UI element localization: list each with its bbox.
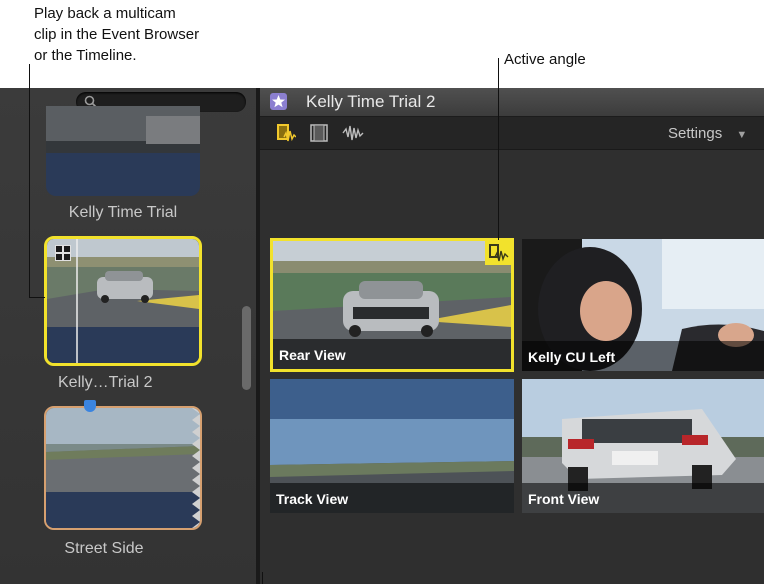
angle-label: Front View [528,491,600,507]
playhead-marker[interactable] [84,400,96,412]
settings-menu[interactable]: Settings ▼ [668,125,747,142]
grid-icon [55,245,71,261]
dropdown-arrow-icon: ▼ [736,129,748,141]
event-browser: Kelly Time Trial Kelly…Trial 2 Street Si… [0,88,256,584]
clip-thumbnail-kelly-trial-2[interactable] [44,236,202,366]
viewer-titlebar: Kelly Time Trial 2 [260,88,764,117]
bottom-callout-leader [262,572,263,584]
clip-thumbnail-street-side[interactable] [44,406,202,530]
angle-rear-view[interactable]: Rear View [270,238,514,372]
multicam-callout-leader-horizontal [29,297,45,298]
viewer-title: Kelly Time Trial 2 [306,92,436,111]
audio-waveform-icon[interactable] [342,124,364,142]
angle-viewer: Kelly Time Trial 2 Settings ▼ Rear View … [260,88,764,584]
angle-label: Kelly CU Left [528,349,616,365]
viewer-toolbar: Settings ▼ [260,117,764,150]
angle-kelly-cu-left[interactable]: Kelly CU Left [522,239,764,371]
clip-label: Kelly Time Trial [68,204,178,221]
multicam-callout-line2: clip in the Event Browser [34,26,200,43]
multicam-callout-line3: or the Timeline. [34,47,137,64]
clip-thumbnail-kelly-time-trial[interactable] [46,106,200,196]
star-icon [270,93,287,110]
active-angle-callout: Active angle [504,51,586,68]
angle-track-view[interactable]: Track View [270,379,514,513]
video-icon[interactable] [310,124,328,142]
active-angle-callout-leader [498,58,499,240]
angle-front-view[interactable]: Front View [522,379,764,513]
settings-label: Settings [668,125,723,142]
sidebar-scrollbar[interactable] [242,306,251,390]
multicam-callout-line1: Play back a multicam [34,5,176,22]
clip-label: Kelly…Trial 2 [58,374,153,391]
angle-label: Track View [276,491,349,507]
fcp-window: Kelly Time Trial Kelly…Trial 2 Street Si… [0,88,764,584]
multicam-callout-leader-vertical [29,64,30,298]
video-audio-icon[interactable] [276,123,297,143]
clip-label: Street Side [64,540,144,557]
active-angle-icon [485,241,511,265]
angle-label: Rear View [279,347,346,363]
